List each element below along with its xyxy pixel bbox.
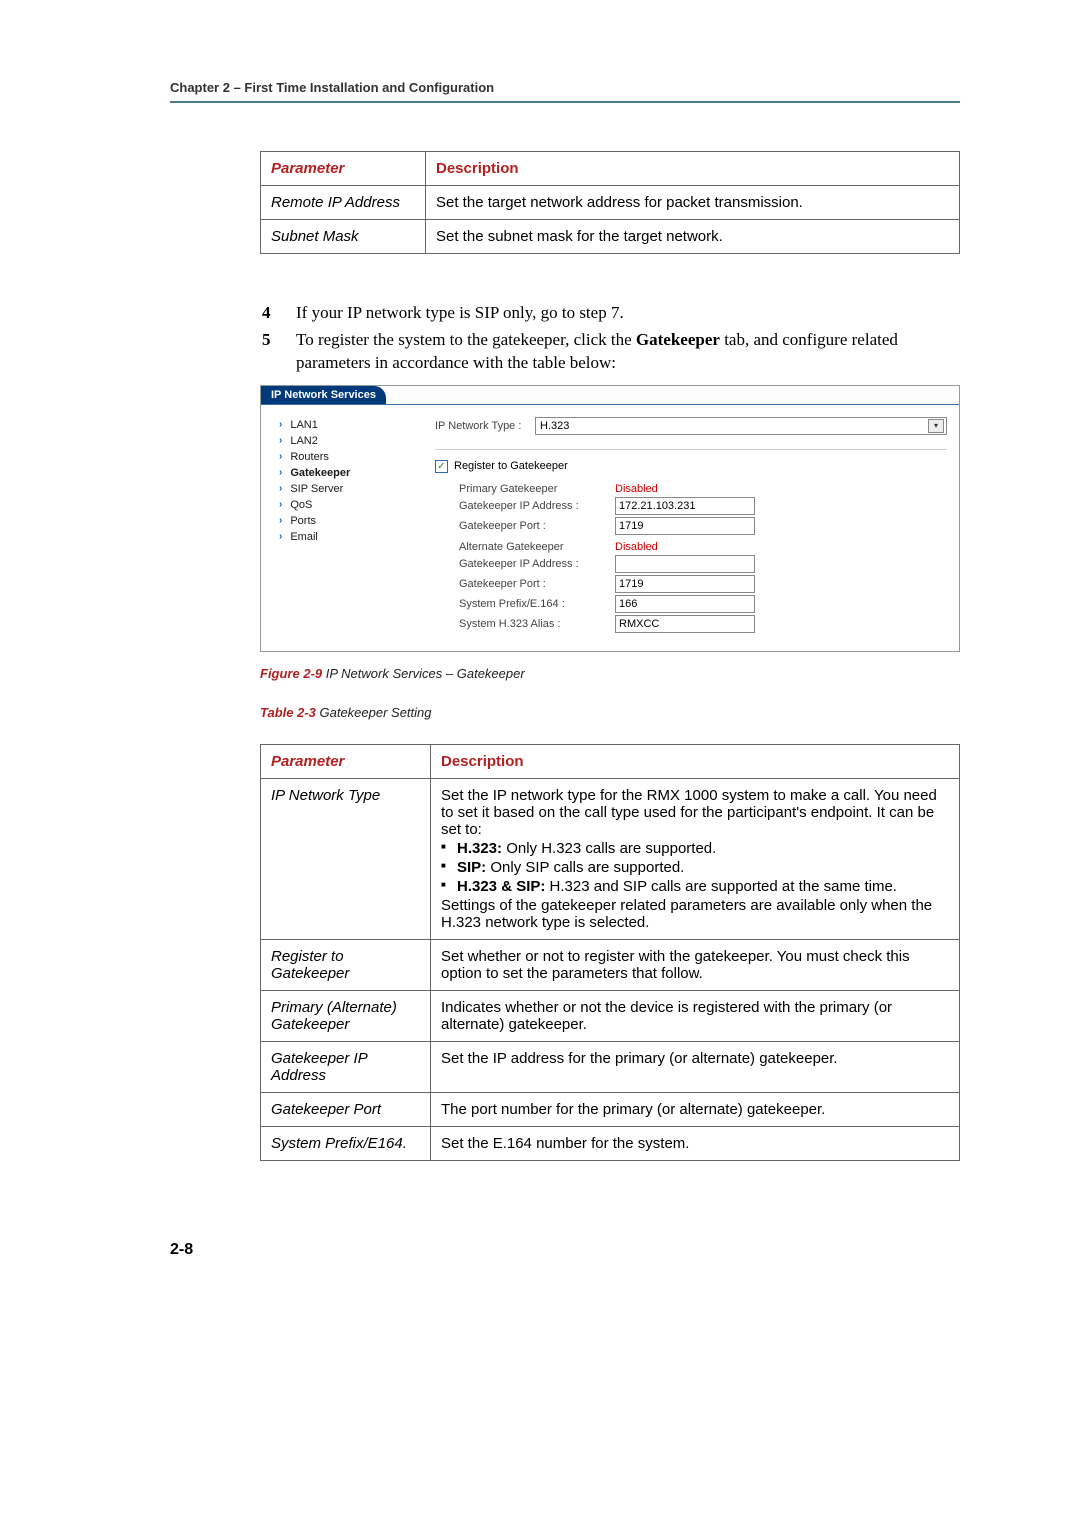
step-list: 4 If your IP network type is SIP only, g…: [262, 302, 960, 375]
t2-r3-param: Primary (Alternate) Gatekeeper: [261, 990, 431, 1041]
t2-r2-desc: Set whether or not to register with the …: [431, 939, 960, 990]
sidebar-item-email[interactable]: › Email: [279, 529, 399, 545]
alt-gk-ip-input[interactable]: [615, 555, 755, 573]
chevron-icon: ›: [279, 467, 282, 478]
sidebar-label: QoS: [290, 499, 312, 511]
t2-r1-param: IP Network Type: [261, 778, 431, 939]
register-checkbox[interactable]: ✓: [435, 460, 448, 473]
ip-type-label: IP Network Type :: [435, 420, 535, 432]
t2-head-desc: Description: [431, 744, 960, 778]
sidebar-item-gatekeeper[interactable]: › Gatekeeper: [279, 465, 399, 481]
t1-r1-param: Remote IP Address: [261, 186, 426, 220]
t1-r2-desc: Set the subnet mask for the target netwo…: [426, 220, 960, 254]
sidebar-label: LAN1: [290, 419, 318, 431]
t1-r2-param: Subnet Mask: [261, 220, 426, 254]
sidebar-label: SIP Server: [290, 483, 343, 495]
t1-head-desc: Description: [426, 152, 960, 186]
alt-gk-port-label: Gatekeeper Port :: [435, 578, 615, 590]
step-5-pre: To register the system to the gatekeeper…: [296, 330, 636, 349]
alt-gk-label: Alternate Gatekeeper: [435, 541, 615, 553]
prefix-input[interactable]: [615, 595, 755, 613]
ip-type-select[interactable]: H.323 ▾: [535, 417, 947, 435]
t1-head-param: Parameter: [261, 152, 426, 186]
gk-port-input[interactable]: [615, 517, 755, 535]
ip-type-value: H.323: [540, 420, 569, 432]
chapter-header: Chapter 2 – First Time Installation and …: [170, 80, 960, 103]
t1-r1-desc: Set the target network address for packe…: [426, 186, 960, 220]
alt-gk-port-input[interactable]: [615, 575, 755, 593]
chevron-icon: ›: [279, 451, 282, 462]
t2-r6-desc: Set the E.164 number for the system.: [431, 1126, 960, 1160]
sidebar-label: Ports: [290, 515, 316, 527]
bullet-1-bold: H.323:: [457, 840, 502, 857]
dialog-sidebar: › LAN1 › LAN2 › Routers › Gatekeeper › SIP Se…: [279, 417, 399, 635]
t2-r4-param: Gatekeeper IP Address: [261, 1041, 431, 1092]
t2-r1-outro: Settings of the gatekeeper related param…: [441, 897, 949, 931]
step-5-bold: Gatekeeper: [636, 330, 720, 349]
bullet-3-text: H.323 and SIP calls are supported at the…: [545, 878, 897, 895]
table-1: Parameter Description Remote IP Address …: [260, 151, 960, 254]
step-4-text: If your IP network type is SIP only, go …: [296, 302, 960, 325]
sidebar-item-qos[interactable]: › QoS: [279, 497, 399, 513]
gk-port-label: Gatekeeper Port :: [435, 520, 615, 532]
t2-r2-param: Register to Gatekeeper: [261, 939, 431, 990]
sidebar-label: Email: [290, 531, 318, 543]
sidebar-label: LAN2: [290, 435, 318, 447]
table-caption-text: Gatekeeper Setting: [316, 705, 432, 720]
alt-gk-ip-label: Gatekeeper IP Address :: [435, 558, 615, 570]
chevron-down-icon: ▾: [928, 419, 944, 433]
t2-r3-desc: Indicates whether or not the device is r…: [431, 990, 960, 1041]
chevron-icon: ›: [279, 419, 282, 430]
bullet-2-text: Only SIP calls are supported.: [486, 859, 684, 876]
bullet-2-bold: SIP:: [457, 859, 486, 876]
figure-label: Figure 2-9: [260, 666, 322, 681]
t2-head-param: Parameter: [261, 744, 431, 778]
t2-r5-param: Gatekeeper Port: [261, 1092, 431, 1126]
table-2: Parameter Description IP Network Type Se…: [260, 744, 960, 1161]
alias-input[interactable]: [615, 615, 755, 633]
step-4-number: 4: [262, 302, 278, 325]
chevron-icon: ›: [279, 499, 282, 510]
t2-r1-desc: Set the IP network type for the RMX 1000…: [431, 778, 960, 939]
alias-label: System H.323 Alias :: [435, 618, 615, 630]
ip-network-services-dialog: IP Network Services › LAN1 › LAN2 › Routers…: [260, 385, 960, 652]
alt-gk-status: Disabled: [615, 541, 658, 553]
gk-ip-label: Gatekeeper IP Address :: [435, 500, 615, 512]
figure-text: IP Network Services – Gatekeeper: [322, 666, 525, 681]
dialog-active-tab[interactable]: IP Network Services: [261, 386, 386, 404]
t2-r5-desc: The port number for the primary (or alte…: [431, 1092, 960, 1126]
t2-r1-intro: Set the IP network type for the RMX 1000…: [441, 787, 949, 838]
sidebar-item-lan1[interactable]: › LAN1: [279, 417, 399, 433]
sidebar-item-lan2[interactable]: › LAN2: [279, 433, 399, 449]
sidebar-item-sip-server[interactable]: › SIP Server: [279, 481, 399, 497]
sidebar-item-routers[interactable]: › Routers: [279, 449, 399, 465]
bullet-3-bold: H.323 & SIP:: [457, 878, 545, 895]
chevron-icon: ›: [279, 435, 282, 446]
chevron-icon: ›: [279, 515, 282, 526]
dialog-tab-bar: IP Network Services: [261, 386, 959, 405]
step-5-number: 5: [262, 329, 278, 375]
t2-r6-param: System Prefix/E164.: [261, 1126, 431, 1160]
figure-caption: Figure 2-9 IP Network Services – Gatekee…: [260, 666, 960, 681]
chevron-icon: ›: [279, 483, 282, 494]
dialog-form: IP Network Type : H.323 ▾ ✓ Register to …: [435, 417, 947, 635]
register-label: Register to Gatekeeper: [454, 460, 568, 472]
primary-gk-status: Disabled: [615, 483, 658, 495]
primary-gk-label: Primary Gatekeeper: [435, 483, 615, 495]
table-caption-label: Table 2-3: [260, 705, 316, 720]
bullet-1-text: Only H.323 calls are supported.: [502, 840, 716, 857]
sidebar-label: Routers: [290, 451, 329, 463]
prefix-label: System Prefix/E.164 :: [435, 598, 615, 610]
t2-r4-desc: Set the IP address for the primary (or a…: [431, 1041, 960, 1092]
step-5-text: To register the system to the gatekeeper…: [296, 329, 960, 375]
gk-ip-input[interactable]: [615, 497, 755, 515]
page-number: 2-8: [170, 1241, 960, 1259]
sidebar-label: Gatekeeper: [290, 467, 350, 479]
table-caption: Table 2-3 Gatekeeper Setting: [260, 705, 960, 720]
sidebar-item-ports[interactable]: › Ports: [279, 513, 399, 529]
chevron-icon: ›: [279, 531, 282, 542]
